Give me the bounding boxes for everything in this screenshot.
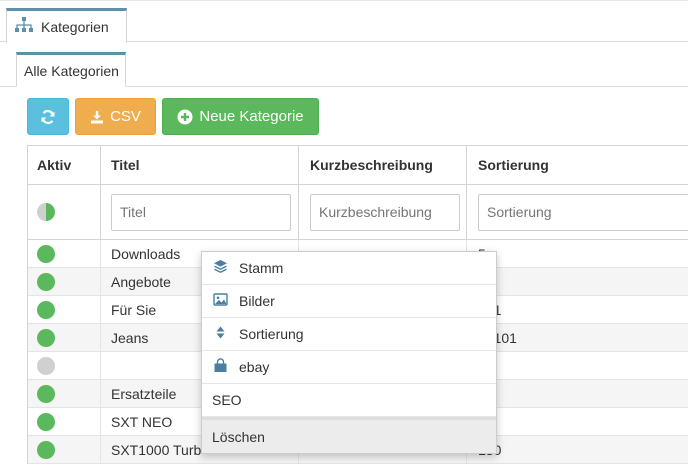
tab-kategorien[interactable]: Kategorien bbox=[6, 8, 127, 43]
filter-sortierung-input[interactable] bbox=[478, 193, 688, 231]
sub-tab-strip: Alle Kategorien bbox=[0, 52, 688, 87]
new-category-label: Neue Kategorie bbox=[199, 108, 304, 125]
sort-icon bbox=[213, 325, 228, 343]
filter-kurzbeschreibung-input[interactable] bbox=[310, 193, 460, 231]
menu-label: SEO bbox=[212, 392, 242, 408]
filter-row bbox=[28, 185, 688, 240]
sort-cell: 5 bbox=[467, 240, 688, 267]
sort-cell: 201 bbox=[467, 296, 688, 323]
menu-item-stamm[interactable]: Stamm bbox=[202, 252, 496, 285]
image-icon bbox=[213, 292, 228, 310]
context-menu: Stamm Bilder Sortierung ebay SEO Löschen bbox=[201, 251, 497, 454]
menu-label: Sortierung bbox=[239, 326, 304, 342]
menu-item-loeschen[interactable]: Löschen bbox=[202, 417, 496, 453]
column-header-titel[interactable]: Titel bbox=[101, 146, 299, 184]
active-cell bbox=[28, 240, 101, 267]
active-status-icon[interactable] bbox=[37, 356, 55, 375]
filter-kurz-cell bbox=[299, 185, 467, 239]
active-status-icon[interactable] bbox=[37, 244, 55, 263]
active-status-icon[interactable] bbox=[37, 300, 55, 319]
sort-cell bbox=[467, 268, 688, 295]
active-filter-toggle[interactable] bbox=[37, 203, 55, 221]
column-header-aktiv[interactable]: Aktiv bbox=[28, 146, 101, 184]
active-status-icon[interactable] bbox=[37, 272, 55, 291]
active-cell bbox=[28, 436, 101, 463]
refresh-icon bbox=[40, 109, 56, 125]
toolbar: CSV Neue Kategorie bbox=[27, 98, 319, 135]
column-header-kurzbeschreibung[interactable]: Kurzbeschreibung bbox=[299, 146, 467, 184]
sort-cell: 130 bbox=[467, 436, 688, 463]
new-category-button[interactable]: Neue Kategorie bbox=[162, 98, 319, 135]
tab-alle-kategorien[interactable]: Alle Kategorien bbox=[16, 52, 126, 87]
sitemap-icon bbox=[15, 17, 33, 36]
filter-titel-cell bbox=[101, 185, 299, 239]
plus-circle-icon bbox=[177, 109, 193, 125]
active-status-icon[interactable] bbox=[37, 328, 55, 347]
active-cell bbox=[28, 324, 101, 351]
shopping-bag-icon bbox=[213, 358, 228, 376]
menu-item-ebay[interactable]: ebay bbox=[202, 351, 496, 384]
refresh-button[interactable] bbox=[27, 98, 69, 135]
main-tab-strip: Kategorien bbox=[0, 0, 688, 43]
sort-cell bbox=[467, 352, 688, 379]
menu-item-bilder[interactable]: Bilder bbox=[202, 285, 496, 318]
active-cell bbox=[28, 408, 101, 435]
sort-cell: 20101 bbox=[478, 329, 517, 346]
active-status-icon[interactable] bbox=[37, 384, 55, 403]
csv-export-button[interactable]: CSV bbox=[75, 98, 156, 135]
menu-label: ebay bbox=[239, 359, 270, 375]
grid-header: Aktiv Titel Kurzbeschreibung Sortierung bbox=[28, 146, 688, 185]
sort-cell: 40 bbox=[467, 408, 688, 435]
active-cell bbox=[28, 380, 101, 407]
menu-label: Stamm bbox=[239, 260, 284, 276]
filter-aktiv bbox=[28, 185, 101, 239]
menu-item-seo[interactable]: SEO bbox=[202, 384, 496, 417]
filter-titel-input[interactable] bbox=[111, 193, 291, 231]
active-cell bbox=[28, 352, 101, 379]
column-header-sortierung[interactable]: Sortierung bbox=[467, 146, 688, 184]
layers-icon bbox=[213, 259, 228, 277]
menu-item-sortierung[interactable]: Sortierung bbox=[202, 318, 496, 351]
tab-label: Kategorien bbox=[41, 18, 109, 35]
csv-label: CSV bbox=[110, 108, 141, 125]
download-icon bbox=[90, 110, 104, 124]
menu-label: Bilder bbox=[239, 293, 275, 309]
active-status-icon[interactable] bbox=[37, 440, 55, 459]
filter-sort-cell bbox=[467, 185, 688, 239]
menu-label: Löschen bbox=[212, 428, 265, 445]
active-cell bbox=[28, 268, 101, 295]
sort-cell bbox=[467, 380, 688, 407]
top-rule bbox=[0, 0, 688, 1]
active-cell bbox=[28, 296, 101, 323]
active-status-icon[interactable] bbox=[37, 412, 55, 431]
